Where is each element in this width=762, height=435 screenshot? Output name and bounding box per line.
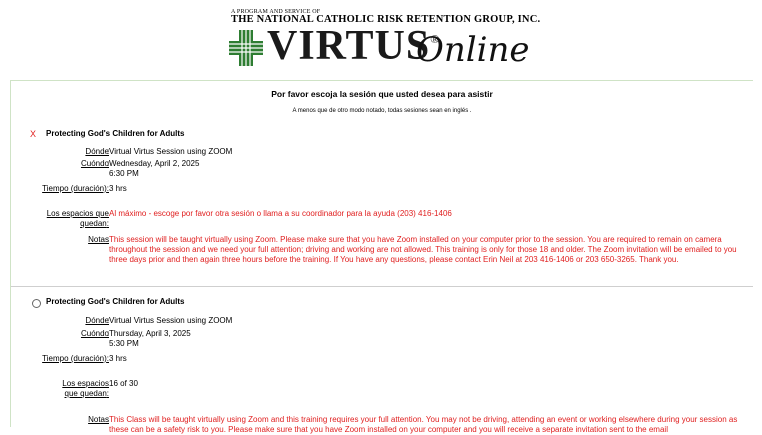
where-label: Dónde: [85, 316, 109, 325]
time-value: 6:30 PM: [109, 169, 139, 178]
notes-value: This Class will be taught virtually usin…: [109, 415, 738, 434]
time-value: 5:30 PM: [109, 339, 139, 348]
duration-value: 3 hrs: [109, 354, 127, 363]
when-label: Cuóndo: [80, 329, 109, 338]
page-subtitle: A menos que de otro modo notado, todas s…: [292, 108, 472, 114]
notes-label: Notas: [88, 415, 109, 424]
session-radio[interactable]: [32, 299, 41, 308]
spaces-value: Al máximo - escoge por favor otra sesión…: [109, 209, 452, 218]
page-title: Por favor escoja la sesión que usted des…: [271, 89, 493, 99]
session-name: Protecting God's Children for Adults: [46, 297, 185, 306]
spaces-value: 16 of 30: [109, 379, 138, 388]
notes-label: Notas: [88, 235, 109, 244]
date-value: Thursday, April 3, 2025: [109, 329, 191, 338]
session-name: Protecting God's Children for Adults: [46, 129, 185, 138]
notes-value: This session will be taught virtually us…: [109, 235, 737, 264]
divider: [11, 286, 753, 287]
date-value: Wednesday, April 2, 2025: [109, 159, 200, 168]
spaces-label: Los espacios que quedan:: [62, 379, 109, 398]
logo-word: VIRTUS®: [267, 23, 441, 69]
where-value: Virtual Virtus Session using ZOOM: [109, 316, 233, 325]
full-session-mark: X: [30, 129, 37, 139]
duration-label: Tiempo (duración):: [42, 354, 109, 363]
session-panel: Por favor escoja la sesión que usted des…: [10, 80, 753, 434]
when-label: Cuóndo: [80, 159, 109, 168]
where-label: Dónde: [85, 147, 109, 156]
logo-online: Online: [416, 30, 530, 70]
site-header: A PROGRAM AND SERVICE OF THE NATIONAL CA…: [0, 0, 762, 80]
cross-icon: [229, 30, 263, 66]
spaces-label: Los espacios que quedan:: [46, 209, 109, 228]
duration-value: 3 hrs: [109, 184, 127, 193]
duration-label: Tiempo (duración):: [42, 184, 109, 193]
where-value: Virtual Virtus Session using ZOOM: [109, 147, 233, 156]
